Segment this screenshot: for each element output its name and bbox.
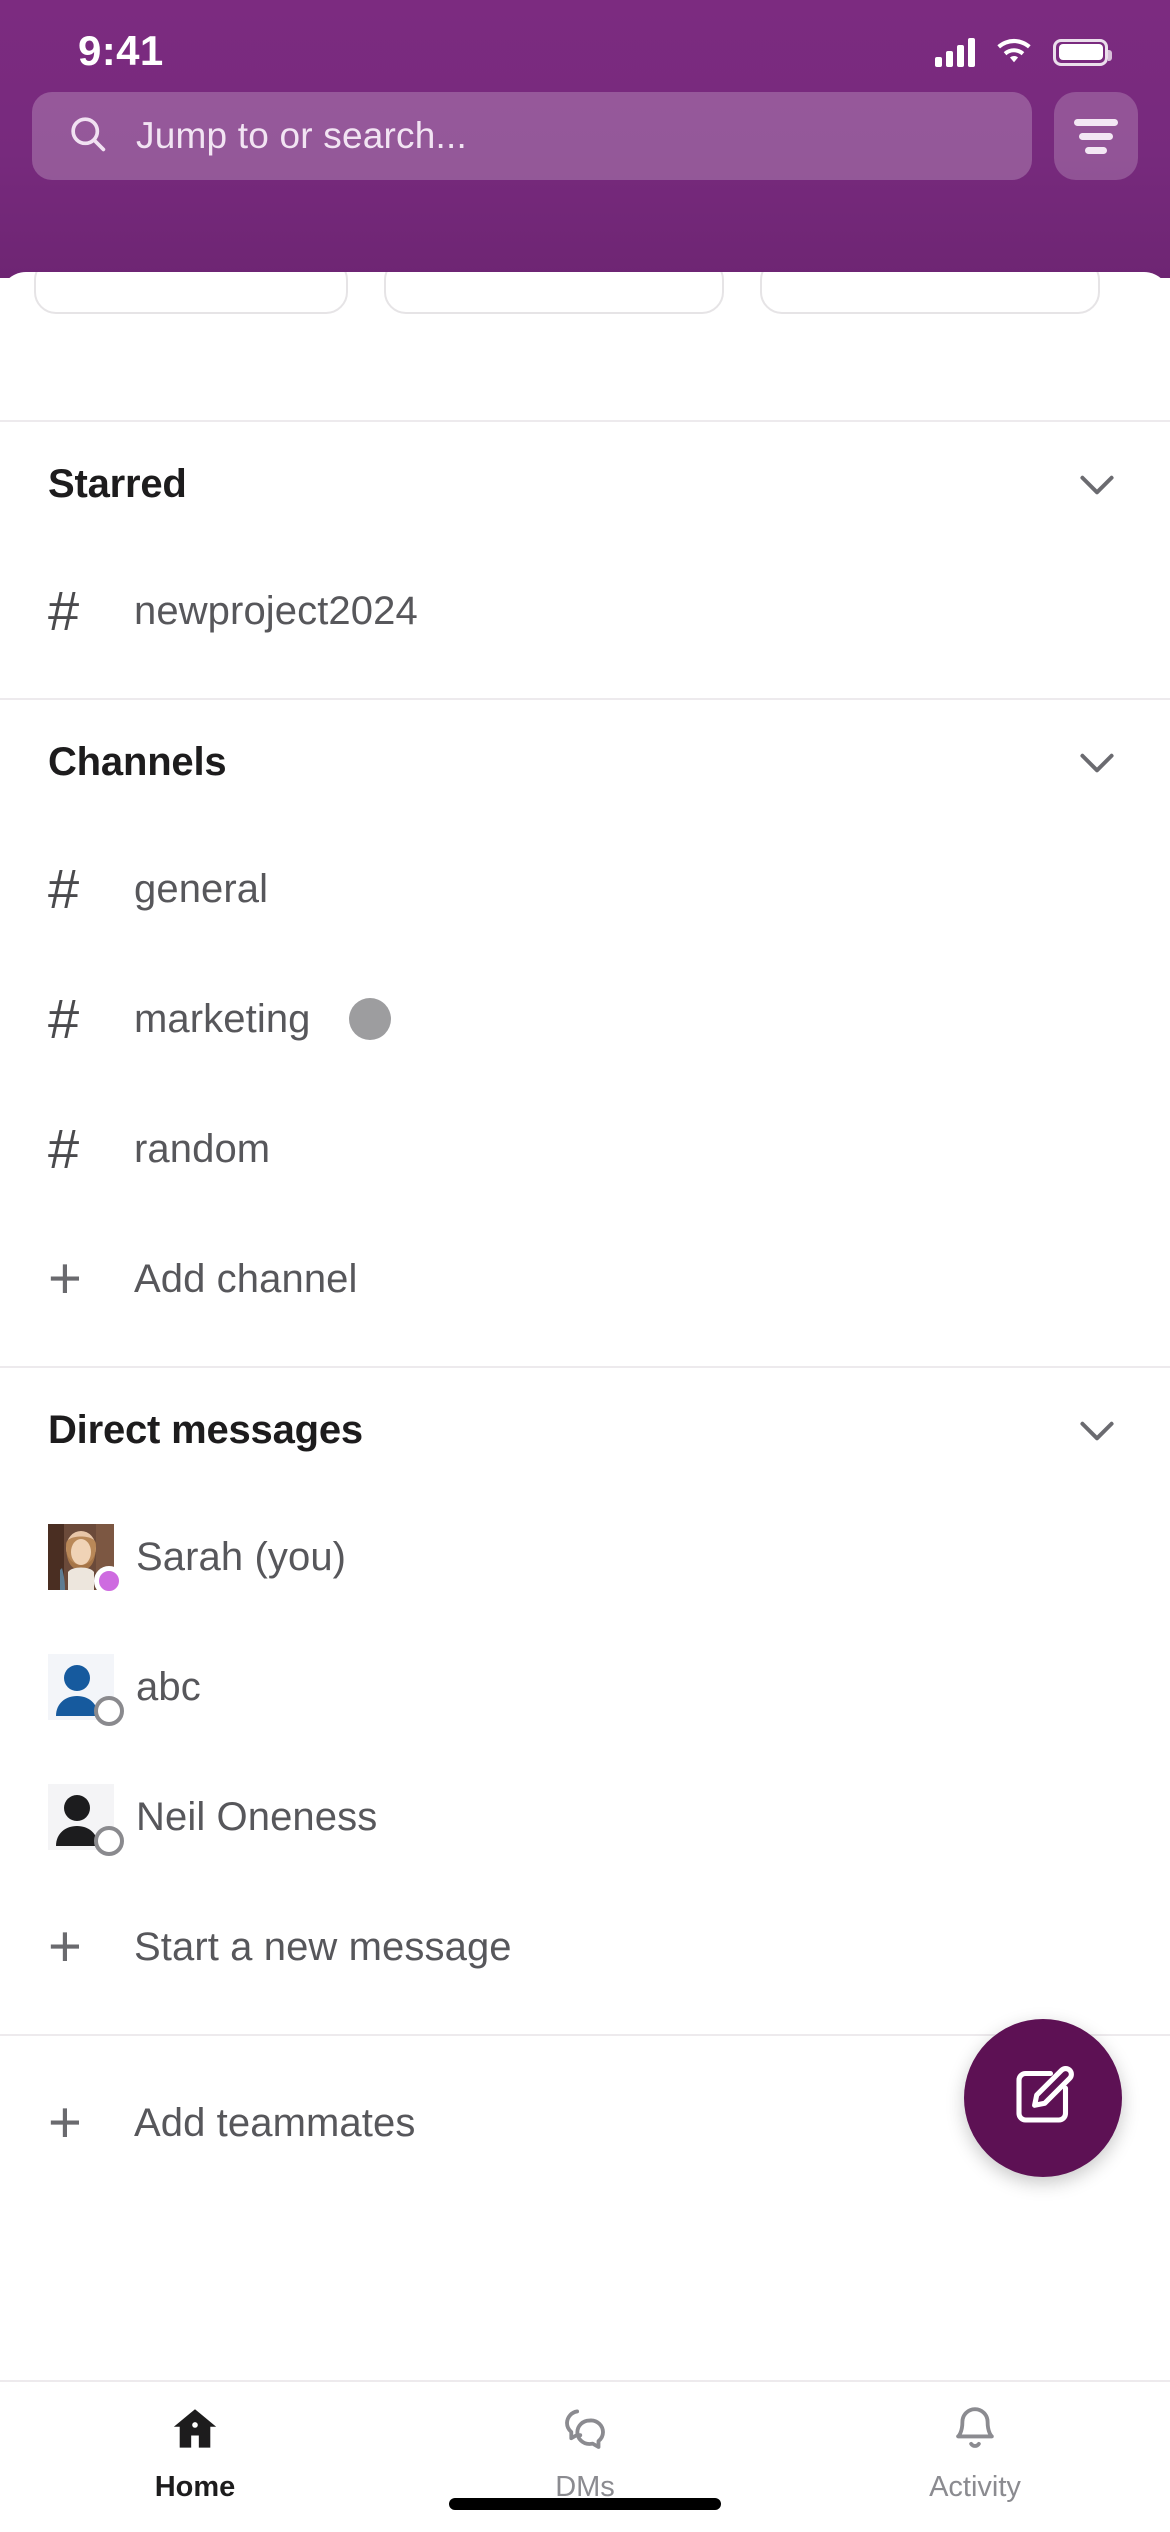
sidebar-item-newproject2024[interactable]: # newproject2024 xyxy=(0,546,1170,676)
dms-icon xyxy=(558,2402,612,2461)
status-bar-icons xyxy=(935,37,1112,67)
add-teammates-label: Add teammates xyxy=(134,2100,416,2145)
bell-icon xyxy=(948,2402,1002,2461)
bottom-tab-bar: Home DMs Activity xyxy=(0,2380,1170,2532)
channel-label: marketing xyxy=(134,996,311,1041)
plus-icon: + xyxy=(48,1246,82,1311)
channel-label: general xyxy=(134,866,269,911)
section-starred: Starred # newproject2024 xyxy=(0,422,1170,698)
unread-badge-dot xyxy=(348,998,391,1040)
plus-icon: + xyxy=(48,2090,82,2155)
app-header: 9:41 Jump to or search... xyxy=(0,0,1170,278)
channel-label: newproject2024 xyxy=(134,588,418,633)
section-header-starred[interactable]: Starred xyxy=(0,422,1170,546)
status-bar: 9:41 xyxy=(0,0,1170,88)
search-input[interactable]: Jump to or search... xyxy=(32,92,1032,180)
section-title-direct-messages: Direct messages xyxy=(48,1407,363,1452)
hash-icon: # xyxy=(48,1117,80,1180)
tab-activity[interactable]: Activity xyxy=(782,2402,1168,2504)
sidebar-item-random[interactable]: # random xyxy=(0,1084,1170,1214)
sidebar-item-marketing[interactable]: # marketing xyxy=(0,954,1170,1084)
presence-indicator-active xyxy=(94,1566,124,1596)
compose-pencil-icon xyxy=(1007,2060,1079,2137)
plus-icon: + xyxy=(48,1914,82,1979)
chevron-down-icon[interactable] xyxy=(1070,735,1124,789)
start-new-message-label: Start a new message xyxy=(134,1924,512,1969)
compose-button[interactable] xyxy=(964,2019,1122,2177)
channel-label: random xyxy=(134,1126,271,1171)
tab-dms[interactable]: DMs xyxy=(392,2402,778,2504)
tab-activity-label: Activity xyxy=(929,2471,1021,2503)
sidebar-item-dm-abc[interactable]: abc xyxy=(0,1622,1170,1752)
section-title-starred: Starred xyxy=(48,461,187,506)
section-channels: Channels # general # marketing # random … xyxy=(0,700,1170,1366)
cellular-signal-icon xyxy=(935,37,975,67)
tab-home[interactable]: Home xyxy=(2,2402,388,2504)
home-icon xyxy=(168,2402,222,2461)
battery-icon xyxy=(1053,38,1112,66)
dm-label: abc xyxy=(136,1664,201,1709)
filter-button[interactable] xyxy=(1054,92,1138,180)
avatar xyxy=(48,1784,124,1856)
add-channel-label: Add channel xyxy=(134,1256,358,1301)
presence-indicator-away xyxy=(94,1696,124,1726)
chevron-down-icon[interactable] xyxy=(1070,457,1124,511)
add-channel-button[interactable]: + Add channel xyxy=(0,1214,1170,1344)
hash-icon: # xyxy=(48,987,80,1050)
chevron-down-icon[interactable] xyxy=(1070,1403,1124,1457)
section-header-direct-messages[interactable]: Direct messages xyxy=(0,1368,1170,1492)
search-placeholder: Jump to or search... xyxy=(136,115,467,156)
dm-label: Sarah (you) xyxy=(136,1534,347,1579)
avatar xyxy=(48,1524,124,1596)
sidebar-item-dm-neil-oneness[interactable]: Neil Oneness xyxy=(0,1752,1170,1882)
dm-label: Neil Oneness xyxy=(136,1794,378,1839)
slack-mobile-screen: 9:41 Jump to or search... Starred # newp… xyxy=(0,0,1170,2532)
sidebar-item-general[interactable]: # general xyxy=(0,824,1170,954)
search-icon xyxy=(66,112,110,161)
wifi-icon xyxy=(995,38,1033,66)
hash-icon: # xyxy=(48,857,80,920)
avatar xyxy=(48,1654,124,1726)
status-bar-clock: 9:41 xyxy=(78,27,164,74)
section-direct-messages: Direct messages Sarah (you) abc Neil One… xyxy=(0,1368,1170,2034)
search-row: Jump to or search... xyxy=(0,92,1170,180)
section-header-channels[interactable]: Channels xyxy=(0,700,1170,824)
presence-indicator-away xyxy=(94,1826,124,1856)
filter-icon xyxy=(1074,118,1118,154)
hash-icon: # xyxy=(48,579,80,642)
tab-home-label: Home xyxy=(154,2471,236,2503)
sidebar-item-dm-sarah[interactable]: Sarah (you) xyxy=(0,1492,1170,1622)
home-indicator xyxy=(449,2498,721,2510)
section-title-channels: Channels xyxy=(48,739,227,784)
start-new-message-button[interactable]: + Start a new message xyxy=(0,1882,1170,2012)
